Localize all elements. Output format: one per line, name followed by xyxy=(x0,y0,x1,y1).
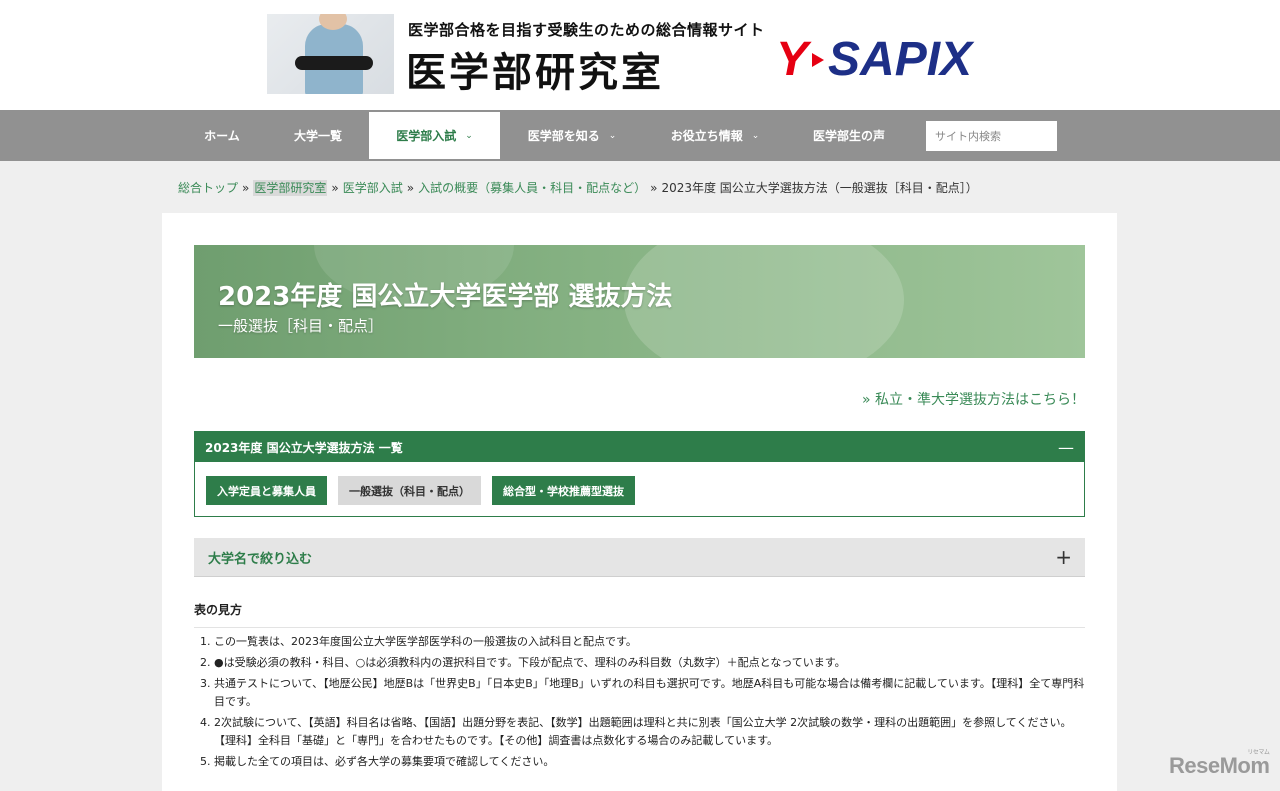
doctor-photo[interactable] xyxy=(267,14,394,94)
page-banner: 2023年度 国公立大学医学部 選抜方法 一般選抜［科目・配点］ xyxy=(194,245,1085,358)
list-number: 4. xyxy=(200,716,211,729)
chevron-down-icon: ⌄ xyxy=(465,130,473,141)
main-nav: ホーム 大学一覧 医学部入試 ⌄ 医学部を知る ⌄ お役立ち情報 ⌄ 医学部生の… xyxy=(0,110,1280,161)
breadcrumb-link[interactable]: 医学部研究室 xyxy=(253,180,328,196)
university-filter-toggle[interactable]: 大学名で絞り込む + xyxy=(194,538,1085,577)
nav-label: 医学部生の声 xyxy=(812,129,885,143)
nav-student-voices[interactable]: 医学部生の声 xyxy=(796,110,902,161)
ysapix-logo[interactable]: Y SAPIX xyxy=(776,36,972,84)
breadcrumb-link[interactable]: 入試の概要（募集人員・科目・配点など） xyxy=(418,181,646,195)
panel-header[interactable]: 2023年度 国公立大学選抜方法 一覧 — xyxy=(195,432,1084,462)
nav-label: 医学部を知る xyxy=(527,129,600,143)
panel-button-row: 入学定員と募集人員 一般選抜（科目・配点） 総合型・学校推薦型選抜 xyxy=(206,476,646,505)
breadcrumb-link[interactable]: 総合トップ xyxy=(178,181,238,195)
collapse-icon[interactable]: — xyxy=(1058,438,1074,457)
nav-label: 医学部入試 xyxy=(396,129,457,143)
filter-label: 大学名で絞り込む xyxy=(208,551,313,567)
content-card: 2023年度 国公立大学医学部 選抜方法 一般選抜［科目・配点］ » 私立・準大… xyxy=(162,213,1117,791)
list-number: 2. xyxy=(200,656,211,669)
site-tagline: 医学部合格を目指す受験生のための総合情報サイト xyxy=(408,21,765,39)
watermark-subtext: リセマム xyxy=(1247,750,1270,756)
list-item: 2. ●は受験必須の教科・科目、○は必須教科内の選択科目です。下段が配点で、理科の… xyxy=(194,654,1085,672)
nav-useful-info[interactable]: お役立ち情報 ⌄ xyxy=(648,110,782,161)
expand-icon: + xyxy=(1055,545,1072,569)
breadcrumb-separator: » xyxy=(331,181,339,195)
legend-notes: 1. この一覧表は、2023年度国公立大学医学部医学科の一般選抜の入試科目と配点で… xyxy=(194,633,1085,774)
watermark-text: ReseMom xyxy=(1169,753,1270,778)
site-title[interactable]: 医学部研究室 xyxy=(406,40,664,98)
chevron-down-icon: ⌄ xyxy=(608,130,617,141)
private-university-link[interactable]: » 私立・準大学選抜方法はこちら！ xyxy=(862,389,1085,409)
breadcrumb-current: 2023年度 国公立大学選抜方法（一般選抜［科目・配点］） xyxy=(661,181,978,195)
nav-label: ホーム xyxy=(204,129,240,143)
list-item: 4. 2次試験について、【英語】科目名は省略、【国語】出題分野を表記、【数学】出題… xyxy=(194,714,1085,750)
page-title: 2023年度 国公立大学医学部 選抜方法 xyxy=(218,282,673,312)
note-text: この一覧表は、2023年度国公立大学医学部医学科の一般選抜の入試科目と配点です。 xyxy=(214,635,637,648)
site-search-input[interactable] xyxy=(926,121,1057,151)
site-header: 医学部合格を目指す受験生のための総合情報サイト 医学部研究室 Y SAPIX xyxy=(0,0,1280,110)
nav-home[interactable]: ホーム xyxy=(178,110,266,161)
list-number: 3. xyxy=(200,677,211,690)
nav-admissions[interactable]: 医学部入試 ⌄ xyxy=(369,112,500,159)
nav-label: 大学一覧 xyxy=(293,129,342,143)
breadcrumb: 総合トップ» 医学部研究室» 医学部入試» 入試の概要（募集人員・科目・配点など）» 2… xyxy=(178,179,978,196)
logo-arrow-icon xyxy=(812,53,825,67)
list-item: 3. 共通テストについて、【地歴公民】地歴Bは「世界史B」「日本史B」「地理B」い… xyxy=(194,675,1085,711)
note-text: 掲載した全ての項目は、必ず各大学の募集要項で確認してください。 xyxy=(214,755,555,768)
nav-university-list[interactable]: 大学一覧 xyxy=(268,110,368,161)
panel-title: 2023年度 国公立大学選抜方法 一覧 xyxy=(205,440,403,455)
list-item: 5. 掲載した全ての項目は、必ず各大学の募集要項で確認してください。 xyxy=(194,753,1085,771)
nav-label: お役立ち情報 xyxy=(670,129,743,143)
nav-about-medicine[interactable]: 医学部を知る ⌄ xyxy=(504,110,640,161)
breadcrumb-link[interactable]: 医学部入試 xyxy=(343,181,403,195)
general-selection-button[interactable]: 一般選抜（科目・配点） xyxy=(338,476,481,505)
logo-sapix: SAPIX xyxy=(828,33,973,86)
note-text: 共通テストについて、【地歴公民】地歴Bは「世界史B」「日本史B」「地理B」いずれ… xyxy=(214,677,1085,708)
photo-arms xyxy=(295,56,373,70)
note-text: ●は受験必須の教科・科目、○は必須教科内の選択科目です。下段が配点で、理科のみ科… xyxy=(214,656,846,669)
list-item: 1. この一覧表は、2023年度国公立大学医学部医学科の一般選抜の入試科目と配点で… xyxy=(194,633,1085,651)
page-subtitle: 一般選抜［科目・配点］ xyxy=(218,317,384,335)
comprehensive-recommendation-button[interactable]: 総合型・学校推薦型選抜 xyxy=(492,476,635,505)
breadcrumb-separator: » xyxy=(242,181,250,195)
resemom-watermark: ReseMom リセマム xyxy=(1169,750,1270,779)
chevron-down-icon: ⌄ xyxy=(751,130,760,141)
list-number: 1. xyxy=(200,635,211,648)
breadcrumb-separator: » xyxy=(650,181,658,195)
breadcrumb-separator: » xyxy=(406,181,415,195)
enrollment-quota-button[interactable]: 入学定員と募集人員 xyxy=(206,476,327,505)
logo-y: Y xyxy=(776,33,809,86)
note-text: 2次試験について、【英語】科目名は省略、【国語】出題分野を表記、【数学】出題範囲… xyxy=(214,716,1072,747)
legend-heading: 表の見方 xyxy=(194,601,1085,628)
selection-method-panel: 2023年度 国公立大学選抜方法 一覧 — 入学定員と募集人員 一般選抜（科目・… xyxy=(194,431,1085,517)
list-number: 5. xyxy=(200,755,211,768)
